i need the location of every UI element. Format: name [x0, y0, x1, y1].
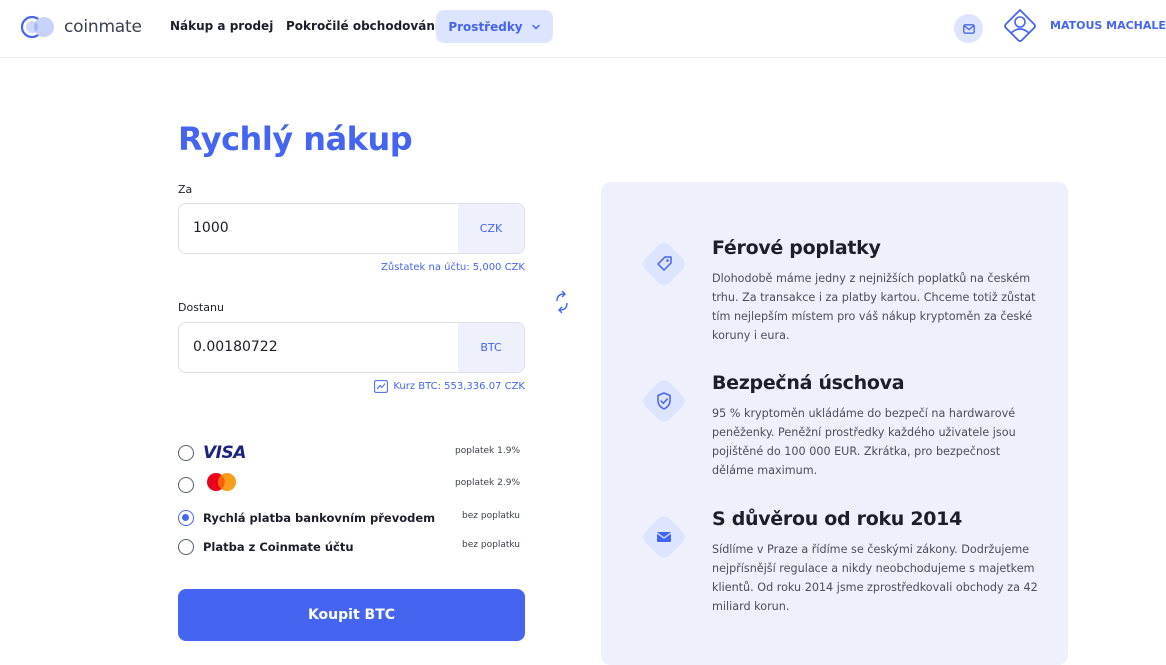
za-amount-input[interactable]: [193, 204, 453, 253]
messages-button[interactable]: [954, 14, 983, 43]
balance-hint-text: Zůstatek na účtu: 5,000 CZK: [381, 262, 525, 273]
coinmate-account-radio[interactable]: [178, 539, 194, 555]
swap-icon[interactable]: [552, 289, 572, 315]
feature-text: Sídlíme v Praze a řídíme se českými záko…: [712, 543, 1038, 613]
za-amount-field[interactable]: CZK: [178, 203, 525, 254]
coinmate-logo-icon: [20, 15, 54, 39]
feature-icon-wrapper: [639, 239, 689, 289]
feature-title: Bezpečná úschova: [712, 372, 905, 394]
za-label: Za: [178, 183, 193, 196]
envelope-icon: [656, 532, 672, 542]
bank-transfer-fee: bez poplatku: [462, 511, 520, 521]
payment-option-mastercard[interactable]: poplatek 2.9%: [178, 473, 525, 495]
visa-radio[interactable]: [178, 445, 194, 461]
nav-buy-sell[interactable]: Nákup a prodej: [170, 19, 273, 33]
page-title: Rychlý nákup: [178, 120, 413, 158]
mastercard-radio[interactable]: [178, 477, 194, 493]
nav-funds-dropdown[interactable]: Prostředky: [436, 10, 553, 43]
logo-text: coinmate: [64, 17, 142, 37]
bank-transfer-label: Rychlá platba bankovním převodem: [203, 511, 436, 525]
shield-check-icon: [657, 392, 671, 410]
payment-option-visa[interactable]: VISA poplatek 1.9%: [178, 443, 525, 463]
feature-text: 95 % kryptoměn ukládáme do bezpečí na ha…: [712, 407, 1016, 477]
mastercard-fee: poplatek 2.9%: [455, 478, 520, 488]
payment-option-bank-transfer[interactable]: Rychlá platba bankovním převodem bez pop…: [178, 508, 525, 528]
info-panel: Férové poplatky Dlohodobě máme jedny z n…: [601, 182, 1068, 665]
rate-hint-text: Kurz BTC: 553,336.07 CZK: [393, 381, 525, 392]
coinmate-logo[interactable]: coinmate: [20, 14, 142, 40]
dostanu-amount-field[interactable]: BTC: [178, 322, 525, 373]
coinmate-account-label: Platba z Coinmate účtu: [203, 540, 354, 554]
user-avatar-icon[interactable]: [1002, 8, 1038, 44]
balance-hint: Zůstatek na účtu: 5,000 CZK: [381, 262, 525, 273]
buy-btc-button[interactable]: Koupit BTC: [178, 589, 525, 641]
bank-transfer-radio[interactable]: [178, 510, 194, 526]
feature-text: Dlohodobě máme jedny z nejnižších poplat…: [712, 272, 1036, 342]
nav-funds-label: Prostředky: [448, 19, 523, 34]
chart-line-icon: [374, 380, 389, 393]
feature-icon-wrapper: [639, 512, 689, 562]
visa-fee: poplatek 1.9%: [455, 446, 520, 456]
feature-title: Férové poplatky: [712, 237, 881, 259]
top-navbar: coinmate Nákup a prodej Pokročilé obchod…: [0, 0, 1166, 58]
coinmate-account-fee: bez poplatku: [462, 540, 520, 550]
payment-option-coinmate-account[interactable]: Platba z Coinmate účtu bez poplatku: [178, 537, 525, 557]
dostanu-currency: BTC: [458, 323, 524, 372]
dostanu-label: Dostanu: [178, 301, 224, 314]
feature-title: S důvěrou od roku 2014: [712, 508, 963, 530]
tag-icon: [657, 256, 672, 271]
visa-logo: VISA: [203, 443, 246, 463]
rate-hint: Kurz BTC: 553,336.07 CZK: [374, 380, 525, 393]
user-name[interactable]: MATOUS MACHALEK: [1050, 19, 1166, 32]
nav-advanced-trading[interactable]: Pokročilé obchodování: [286, 19, 439, 33]
feature-icon-wrapper: [639, 376, 689, 426]
za-currency: CZK: [458, 204, 524, 253]
dostanu-amount-input[interactable]: [193, 323, 453, 372]
chevron-down-icon: [531, 24, 540, 30]
mastercard-logo-icon: [207, 473, 236, 491]
mail-icon: [962, 23, 975, 34]
